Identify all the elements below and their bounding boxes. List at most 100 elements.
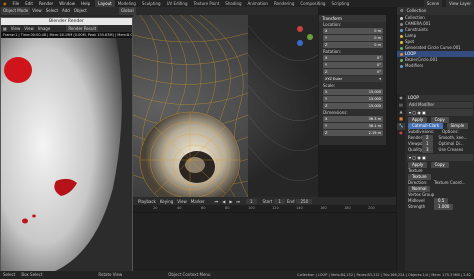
transform-panel-title[interactable]: Transform bbox=[319, 15, 386, 22]
main-menu: File Edit Render Window Help bbox=[10, 0, 94, 7]
location-z-field[interactable]: Z0 m bbox=[323, 42, 383, 48]
render-toolbar: ▦ View View Image Render Result bbox=[1, 25, 132, 32]
tab-shading[interactable]: Shading bbox=[222, 0, 244, 7]
tick-label: 120 bbox=[272, 206, 279, 210]
tab-material-icon[interactable]: ● bbox=[397, 130, 405, 137]
outliner-item[interactable]: Modifiers bbox=[397, 63, 474, 69]
rotation-z-field[interactable]: Z 0° bbox=[323, 69, 383, 75]
tab-object-icon[interactable]: ■ bbox=[397, 116, 405, 123]
tick-label: 20 bbox=[153, 206, 158, 210]
displace-modifier-header[interactable]: ▾ ▢ ◉ ▣ bbox=[407, 154, 473, 161]
outliner-item-label: CAMERA.001 bbox=[405, 21, 431, 26]
object-type-icon bbox=[400, 16, 403, 20]
menu-help[interactable]: Help bbox=[78, 0, 93, 7]
timeline-menu-marker[interactable]: Marker bbox=[189, 199, 207, 204]
viewport-header: Object Mode View Select Add Object Globa… bbox=[0, 7, 318, 15]
outliner: ⚙ Collection Collection CAMERA.001 Constra… bbox=[396, 7, 474, 95]
filter-icon[interactable]: ⚙ bbox=[400, 7, 404, 15]
viewport-menu-view[interactable]: View bbox=[30, 7, 44, 15]
menu-window[interactable]: Window bbox=[56, 0, 78, 7]
timeline-menu-keying[interactable]: Keying bbox=[158, 199, 175, 204]
timeline-track-area[interactable] bbox=[133, 212, 396, 271]
viewport-menu-object[interactable]: Object bbox=[72, 7, 89, 15]
outliner-item-label: Modifiers bbox=[405, 63, 424, 68]
tab-compositing[interactable]: Compositing bbox=[297, 0, 328, 7]
render-window-title: Blender Render bbox=[1, 18, 132, 25]
menu-render[interactable]: Render bbox=[36, 0, 56, 7]
outliner-item-label: Lamp bbox=[405, 33, 417, 38]
tab-output-icon[interactable]: ▤ bbox=[397, 102, 405, 109]
blender-logo-icon[interactable]: ◉ bbox=[0, 1, 10, 6]
add-modifier-dropdown[interactable]: Add Modifier bbox=[407, 102, 473, 108]
rotation-mode-dropdown[interactable]: XYZ Euler ▾ bbox=[323, 76, 383, 82]
tab-rendering[interactable]: Rendering bbox=[271, 0, 297, 7]
tick-label: 200 bbox=[368, 206, 375, 210]
outliner-item-label: Spot bbox=[405, 39, 415, 44]
location-y-field[interactable]: Y0 m bbox=[323, 35, 383, 41]
tab-scripting[interactable]: Scripting bbox=[328, 0, 352, 7]
tick-label: 160 bbox=[320, 206, 327, 210]
scale-y-field[interactable]: Y 15.000 bbox=[323, 96, 383, 102]
outliner-item-label: LOOP bbox=[405, 51, 416, 56]
viewport-menu-select[interactable]: Select bbox=[44, 7, 60, 15]
view-layer-field[interactable]: View Layer bbox=[446, 0, 474, 7]
orientation-dropdown[interactable]: Global bbox=[118, 7, 136, 15]
dimensions-x-field[interactable]: X 36.3 m bbox=[323, 116, 383, 122]
location-x-field[interactable]: X0 m bbox=[323, 28, 383, 34]
viewport-menu-add[interactable]: Add bbox=[60, 7, 72, 15]
subdivision-modifier-header[interactable]: ▾ ▢ ◉ ▣ bbox=[407, 109, 473, 116]
properties-editor: ◉ ▤ ▲ ■ 🔧 ● LOOP Add Modifier ▾ ▢ ◉ ▣ Ap… bbox=[396, 95, 474, 279]
render-menu-image[interactable]: Image bbox=[36, 25, 53, 32]
render-slot-dropdown[interactable]: Render Result bbox=[66, 25, 99, 32]
menu-file[interactable]: File bbox=[10, 0, 23, 7]
timeline-menu-view[interactable]: View bbox=[175, 199, 189, 204]
menu-edit[interactable]: Edit bbox=[22, 0, 36, 7]
strength-field[interactable]: 1.000 bbox=[434, 204, 454, 210]
scale-x-field[interactable]: X 15.000 bbox=[323, 89, 383, 95]
outliner-item-label: BezierCircle.001 bbox=[405, 57, 438, 62]
tab-sculpting[interactable]: Sculpting bbox=[139, 0, 164, 7]
end-frame-field[interactable]: 250 bbox=[296, 198, 313, 204]
jump-start-icon[interactable]: ⏮ bbox=[213, 199, 221, 204]
tab-modifier-icon[interactable]: 🔧 bbox=[397, 123, 405, 130]
tab-animation[interactable]: Animation bbox=[245, 0, 271, 7]
dimensions-z-field[interactable]: Z 2.19 m bbox=[323, 130, 383, 136]
quality-field[interactable]: 3 bbox=[422, 147, 433, 153]
render-menu-view-2[interactable]: View bbox=[22, 25, 36, 32]
timeline-ruler[interactable]: 20 40 60 80 100 120 140 160 180 200 bbox=[133, 205, 396, 212]
status-rotate-view: Rotate View bbox=[98, 272, 123, 277]
rotation-x-field[interactable]: X 0° bbox=[323, 55, 383, 61]
jump-end-icon[interactable]: ⏭ bbox=[234, 199, 242, 204]
tab-layout[interactable]: Layout bbox=[95, 0, 115, 7]
use-creases-checkbox[interactable]: Use Creases bbox=[439, 147, 464, 153]
properties-tabs: ◉ ▤ ▲ ■ 🔧 ● bbox=[397, 95, 405, 279]
tick-label: 140 bbox=[296, 206, 303, 210]
transform-panel: Transform Location: X0 m Y0 m Z0 m Rotat… bbox=[318, 15, 386, 145]
render-menu-view[interactable]: View bbox=[9, 25, 23, 32]
render-result-image[interactable] bbox=[1, 38, 132, 276]
tab-render-icon[interactable]: ◉ bbox=[397, 95, 405, 102]
tab-modeling[interactable]: Modeling bbox=[115, 0, 139, 7]
dimensions-y-field[interactable]: Y 36.1 m bbox=[323, 123, 383, 129]
status-bar: Select Box Select Rotate View Object Con… bbox=[0, 271, 474, 279]
scene-field[interactable]: Scene bbox=[423, 0, 443, 7]
play-icon[interactable]: ▶ bbox=[227, 199, 234, 204]
rotation-y-field[interactable]: Y 0° bbox=[323, 62, 383, 68]
current-frame-field[interactable]: 1 bbox=[246, 198, 257, 204]
object-type-icon bbox=[400, 64, 403, 68]
tab-uv-editing[interactable]: UV Editing bbox=[164, 0, 191, 7]
timeline-menu-playback[interactable]: Playback bbox=[136, 199, 158, 204]
mode-dropdown[interactable]: Object Mode bbox=[1, 7, 31, 15]
play-reverse-icon[interactable]: ◀ bbox=[220, 199, 227, 204]
tick-label: 80 bbox=[225, 206, 230, 210]
render-image bbox=[1, 38, 132, 276]
scale-z-field[interactable]: Z 15.000 bbox=[323, 103, 383, 109]
tab-scene-icon[interactable]: ▲ bbox=[397, 109, 405, 116]
tab-texture-paint[interactable]: Texture Paint bbox=[190, 0, 222, 7]
copy-button-2[interactable]: Copy bbox=[430, 162, 449, 168]
status-context-menu: Object Context Menu bbox=[168, 272, 211, 277]
object-type-icon bbox=[400, 34, 403, 38]
timeline-header: Playback Keying View Marker ⏮ ◀ ▶ ⏭ 1 St… bbox=[133, 197, 396, 205]
start-frame-field[interactable]: 1 bbox=[274, 198, 285, 204]
render-editor-icon[interactable]: ▦ bbox=[1, 25, 9, 32]
